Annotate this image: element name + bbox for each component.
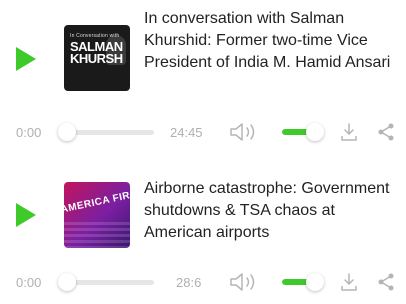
- play-icon: [16, 47, 36, 71]
- player-controls: 0:00 28:6: [0, 270, 406, 294]
- download-icon[interactable]: [340, 122, 358, 142]
- play-icon: [16, 203, 36, 227]
- episode-item: In Conversation with SALMAN KHURSH In co…: [0, 0, 406, 150]
- current-time: 0:00: [16, 275, 42, 290]
- episode-thumbnail: In Conversation with SALMAN KHURSH: [64, 25, 130, 91]
- thumbnail-headline: SALMAN KHURSH: [70, 40, 123, 66]
- volume-handle[interactable]: [306, 273, 324, 291]
- play-button[interactable]: [14, 202, 38, 228]
- progress-handle[interactable]: [58, 123, 76, 141]
- speaker-icon[interactable]: [228, 271, 262, 293]
- current-time: 0:00: [16, 125, 42, 140]
- episode-item: AMERICA FIRST Airborne catastrophe: Gove…: [0, 150, 406, 304]
- volume-handle[interactable]: [306, 123, 324, 141]
- speaker-icon[interactable]: [228, 121, 262, 143]
- volume-level: [282, 129, 309, 135]
- play-button[interactable]: [14, 46, 38, 72]
- thumbnail-headline-line2: KHURSH: [70, 51, 123, 66]
- download-icon[interactable]: [340, 272, 358, 292]
- volume-level: [282, 279, 309, 285]
- total-time: 28:6: [176, 275, 202, 290]
- share-icon[interactable]: [377, 123, 395, 141]
- episode-title[interactable]: Airborne catastrophe: Government shutdow…: [144, 178, 402, 244]
- episode-title[interactable]: In conversation with Salman Khurshid: Fo…: [144, 8, 402, 74]
- thumbnail-flag-pattern: [64, 222, 130, 248]
- thumbnail-headline: AMERICA FIRST: [64, 187, 130, 216]
- player-controls: 0:00 24:45: [0, 120, 406, 144]
- share-icon[interactable]: [377, 273, 395, 291]
- episode-thumbnail: AMERICA FIRST: [64, 182, 130, 248]
- progress-handle[interactable]: [58, 273, 76, 291]
- total-time: 24:45: [170, 125, 203, 140]
